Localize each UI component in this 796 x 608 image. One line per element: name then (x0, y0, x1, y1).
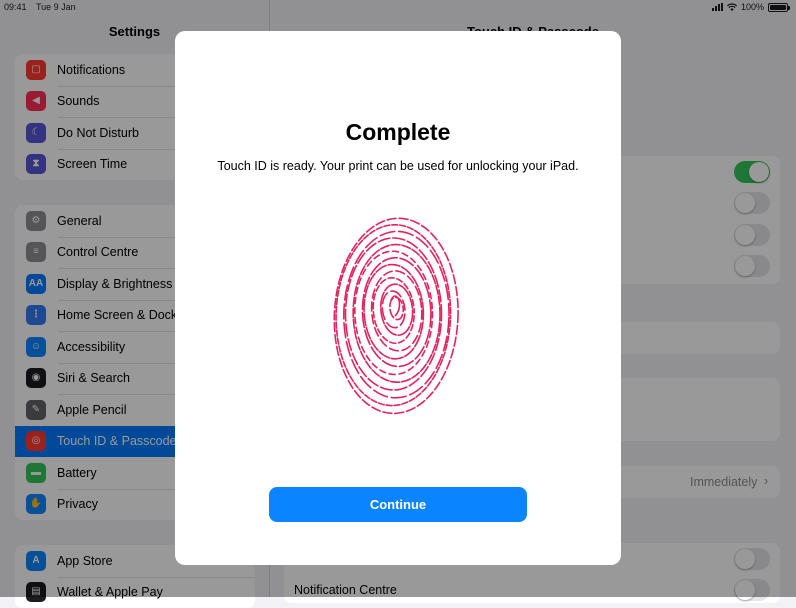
status-bar: 09:41 Tue 9 Jan 100% (0, 0, 796, 14)
status-date: Tue 9 Jan (36, 2, 76, 12)
dialog-message: Touch ID is ready. Your print can be use… (175, 159, 621, 173)
status-time: 09:41 (4, 2, 27, 12)
battery-icon (768, 3, 788, 12)
fingerprint-icon (327, 212, 467, 418)
touch-id-complete-dialog: Complete Touch ID is ready. Your print c… (175, 31, 621, 565)
continue-button-label: Continue (370, 497, 426, 512)
continue-button[interactable]: Continue (269, 487, 527, 522)
fingerprint-core (391, 296, 400, 316)
battery-percent: 100% (741, 2, 764, 12)
dialog-title: Complete (175, 119, 621, 146)
fingerprint-ridge (389, 296, 405, 320)
wifi-icon (727, 3, 737, 11)
status-indicators: 100% (712, 2, 788, 12)
signal-icon (712, 3, 723, 11)
fingerprint-ridge (346, 238, 442, 390)
